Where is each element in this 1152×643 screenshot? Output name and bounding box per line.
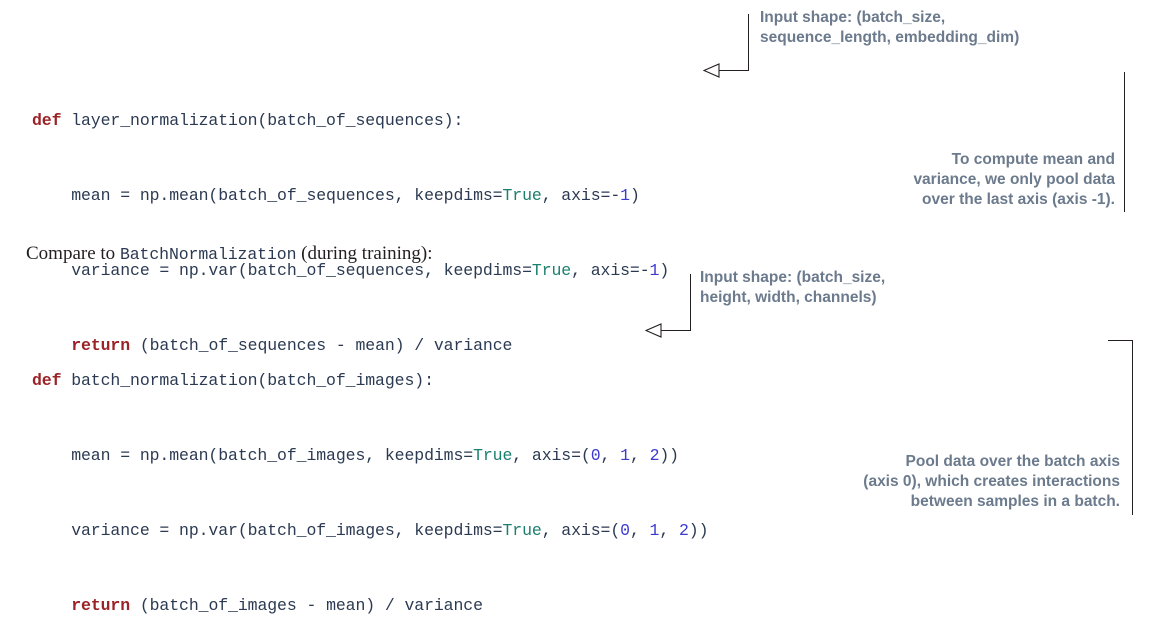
compare-prefix: Compare to [26,243,120,264]
compare-suffix: (during training): [296,243,433,264]
leader-line-4-horizontal [1108,340,1133,341]
code-token: 0 [620,521,630,540]
code-token: , axis=- [571,261,650,280]
leader-line-1-vertical [748,14,749,70]
code-token: layer_normalization(batch_of_sequences): [61,111,464,130]
compare-mono-term: BatchNormalization [119,245,297,264]
leader-line-4-vertical [1132,340,1133,515]
code-line: mean = np.mean(batch_of_images, keepdims… [32,443,708,468]
code-token: 1 [620,446,630,465]
code-token: variance = np.var(batch_of_images, keepd… [32,521,503,540]
code-token: True [473,446,513,465]
leader-line-2-vertical [1124,72,1125,212]
code-token: )) [688,521,709,540]
code-token: , [600,446,621,465]
leader-line-1-horizontal [718,70,749,71]
code-token: True [502,521,542,540]
code-line: def batch_normalization(batch_of_images)… [32,368,708,393]
code-token: )) [659,446,679,465]
code-line: variance = np.var(batch_of_images, keepd… [32,518,708,543]
code-token: , [659,521,679,540]
code-token: , [629,521,650,540]
code-token: def [32,111,62,130]
code-token: True [502,186,542,205]
code-token: , axis=- [541,186,621,205]
code-token: 2 [678,521,689,540]
code-token: 0 [590,446,601,465]
code-token: (batch_of_images - mean) / variance [130,596,483,615]
code-token: mean = np.mean(batch_of_sequences, keepd… [32,186,503,205]
code-token: def [32,371,62,390]
callout-batch-input-shape: Input shape: (batch_size, height, width,… [700,269,886,306]
leader-line-3-horizontal [660,330,691,331]
leader-line-3-vertical [690,274,691,330]
code-token: 1 [649,261,660,280]
code-token: ) [659,261,670,280]
code-token: 1 [620,186,630,205]
callout-layer-axis-note: To compute mean and variance, we only po… [913,151,1115,208]
code-token: , axis=( [512,446,591,465]
callout-layer-input-shape: Input shape: (batch_size, sequence_lengt… [760,9,1020,46]
code-token: , [629,446,650,465]
code-token: return [71,596,131,615]
code-token: ) [629,186,640,205]
code-token: True [531,261,572,280]
code-line: return (batch_of_images - mean) / varian… [32,593,708,618]
code-block-batch-normalization: def batch_normalization(batch_of_images)… [32,318,708,643]
code-token: mean = np.mean(batch_of_images, keepdims… [32,446,474,465]
compare-paragraph: Compare to BatchNormalization (during tr… [26,243,433,265]
code-line: mean = np.mean(batch_of_sequences, keepd… [32,183,669,208]
code-token: , axis=( [541,521,621,540]
code-token: batch_normalization(batch_of_images): [61,371,434,390]
code-line: def layer_normalization(batch_of_sequenc… [32,108,669,133]
code-token: 2 [649,446,660,465]
callout-batch-axis-note: Pool data over the batch axis (axis 0), … [863,453,1120,510]
code-token: 1 [649,521,660,540]
